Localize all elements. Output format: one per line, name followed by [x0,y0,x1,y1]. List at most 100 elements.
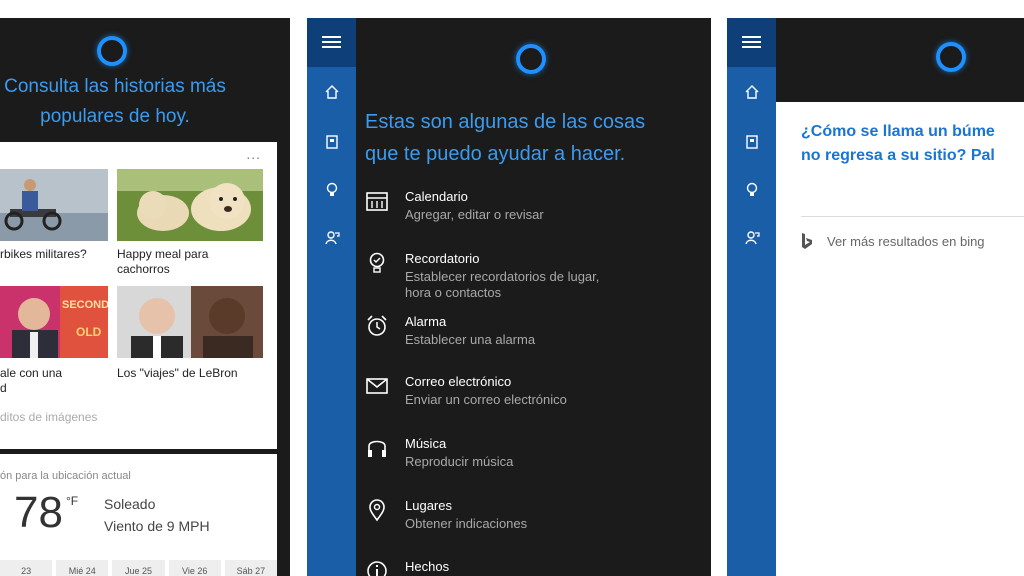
nav-rail [727,18,776,576]
nav-feedback-button[interactable] [727,218,776,258]
forecast-day: Jue 25 [112,560,165,576]
news-caption-2-line2: cachorros [117,262,170,276]
command-description-line1: Establecer recordatorios de lugar, [405,269,600,284]
command-name: Recordatorio [405,251,480,266]
weather-forecast-row: 23 Mié 24 Jue 25 Vie 26 Sáb 27 [0,560,278,576]
forecast-day: 23 [0,560,53,576]
svg-text:OLD: OLD [76,325,102,339]
home-icon [325,85,338,99]
image-credits: ditos de imágenes [0,410,98,424]
command-description-line1: Enviar un correo electrónico [405,392,567,407]
news-caption-4[interactable]: Los "viajes" de LeBron [117,366,263,381]
bing-more-results-link[interactable]: Ver más resultados en bing [801,232,985,250]
music-icon [365,436,391,462]
calendar-icon [365,189,391,215]
news-caption-3-line2: d [0,381,7,395]
home-icon [745,85,758,99]
command-description-line1: Establecer una alarma [405,332,536,347]
places-icon [365,498,391,524]
lightbulb-icon [746,182,757,196]
nav-reminders-button[interactable] [307,170,356,210]
cortana-answer-panel: ¿Cómo se llama un búme no regresa a su s… [727,18,1024,576]
weather-card[interactable]: ón para la ubicación actual 78 °F Solead… [0,454,278,576]
cortana-ring-icon [97,36,127,66]
news-caption-4-line1: Los "viajes" de LeBron [117,366,238,380]
weather-temperature: 78 [14,488,63,537]
nav-feedback-button[interactable] [307,218,356,258]
reminder-icon [365,251,391,277]
info-icon [365,559,391,576]
news-headline-line1: Consulta las historias más [4,76,226,97]
cortana-help-panel: Estas son algunas de las cosas que te pu… [307,18,711,576]
nav-home-button[interactable] [727,72,776,112]
feedback-icon [324,231,340,245]
command-name: Música [405,436,447,451]
help-headline-line1: Estas son algunas de las cosas [365,111,646,133]
weather-wind: Viento de 9 MPH [104,518,210,534]
command-description: Agregar, editar o revisar [405,207,695,223]
command-description: Reproducir música [405,454,695,470]
command-name: Correo electrónico [405,374,512,389]
menu-icon [322,36,341,48]
news-image-2[interactable] [117,169,263,241]
answer-question-line1: ¿Cómo se llama un búme [801,123,995,140]
news-image-3[interactable]: SECOND OLD [0,286,108,358]
forecast-day: Vie 26 [168,560,221,576]
command-name: Lugares [405,498,452,513]
answer-header [776,18,1024,102]
command-description-line1: Reproducir música [405,454,514,469]
news-headline-line2: populares de hoy. [40,106,190,127]
command-description-line1: Obtener indicaciones [405,516,528,531]
weather-location: ón para la ubicación actual [0,470,131,482]
nav-rail [307,18,356,576]
nav-notebook-button[interactable] [727,122,776,162]
weather-unit: °F [66,494,79,508]
notebook-icon [325,135,338,149]
command-description: Obtener indicaciones [405,516,695,532]
notebook-icon [745,135,758,149]
news-caption-2[interactable]: Happy meal para cachorros [117,247,263,277]
nav-reminders-button[interactable] [727,170,776,210]
cortana-ring-icon [936,42,966,72]
command-description-line2: hora o contactos [405,285,502,300]
answer-question-line2: no regresa a su sitio? Pal [801,147,995,164]
cortana-news-panel: Consulta las historias más populares de … [0,18,290,576]
news-caption-1[interactable]: rbikes militares? [0,247,108,262]
divider [801,216,1024,217]
help-headline: Estas son algunas de las cosas que te pu… [365,106,705,170]
svg-text:SECOND: SECOND [62,299,108,311]
command-name: Alarma [405,314,447,329]
bing-more-results-label: Ver más resultados en bing [827,233,985,249]
news-card: ... rbikes militares? Happy meal para ca… [0,142,277,449]
bing-logo-icon [802,233,812,249]
command-name: Hechos [405,559,450,574]
lightbulb-icon [326,182,337,196]
news-caption-1-line1: rbikes militares? [0,247,87,261]
news-caption-2-line1: Happy meal para [117,247,209,261]
feedback-icon [744,231,760,245]
forecast-day: Sáb 27 [224,560,278,576]
nav-home-button[interactable] [307,72,356,112]
news-headline: Consulta las historias más populares de … [0,72,230,132]
forecast-day: Mié 24 [56,560,109,576]
weather-condition: Soleado [104,496,156,512]
hamburger-menu-button[interactable] [307,18,356,67]
cortana-ring-icon [516,44,546,74]
alarm-icon [365,314,391,340]
more-options-button[interactable]: ... [246,146,261,162]
news-image-1[interactable] [0,169,108,241]
news-image-4[interactable] [117,286,263,358]
command-description: Establecer una alarma [405,332,695,348]
answer-question: ¿Cómo se llama un búme no regresa a su s… [801,120,1024,168]
mail-icon [365,374,391,400]
hamburger-menu-button[interactable] [727,18,776,67]
command-description: Establecer recordatorios de lugar, hora … [405,269,695,301]
news-caption-3[interactable]: ale con una d [0,366,108,396]
nav-notebook-button[interactable] [307,122,356,162]
news-caption-3-line1: ale con una [0,366,63,380]
command-name: Calendario [405,189,468,204]
menu-icon [742,36,761,48]
command-description-line1: Agregar, editar o revisar [405,207,544,222]
command-description: Enviar un correo electrónico [405,392,695,408]
help-headline-line2: que te puedo ayudar a hacer. [365,143,626,165]
